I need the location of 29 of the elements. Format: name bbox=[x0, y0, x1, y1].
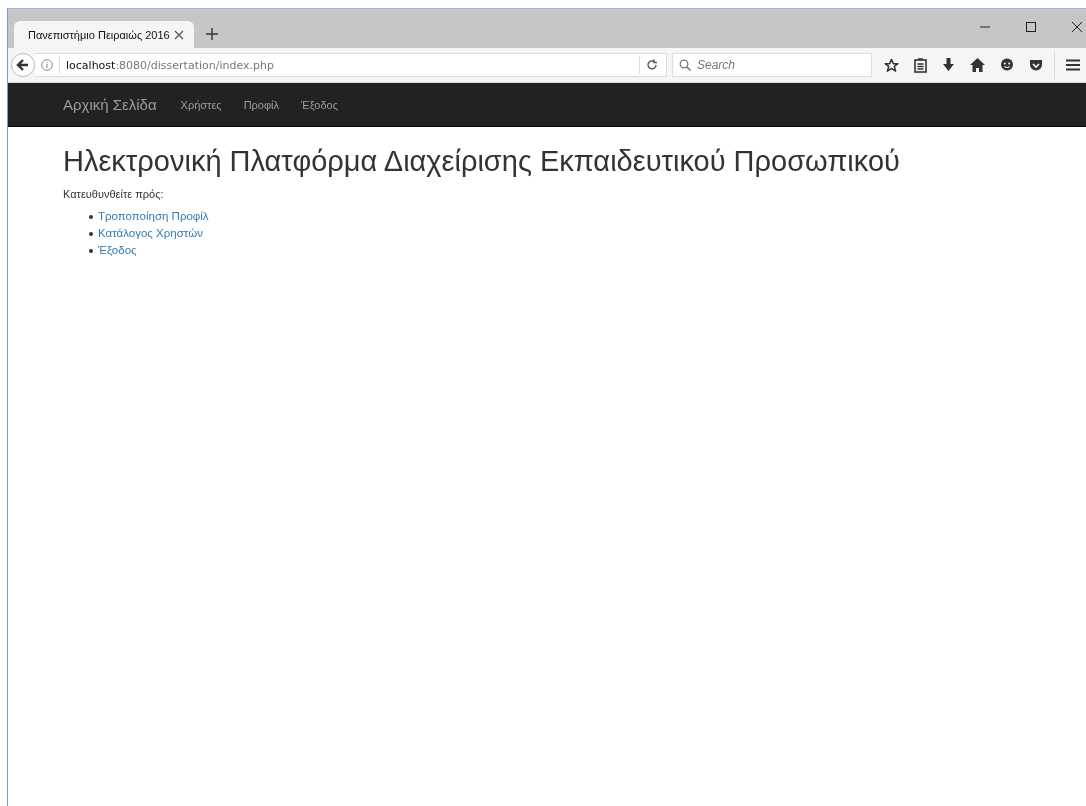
smiley-icon[interactable] bbox=[1000, 58, 1014, 72]
nav-link[interactable]: Προφίλ bbox=[243, 98, 280, 111]
page-heading: Ηλεκτρονική Πλατφόρμα Διαχείρισης Εκπαιδευτικού Προσωπικού bbox=[63, 145, 901, 178]
bullet-icon bbox=[89, 248, 93, 253]
page-link[interactable]: Τροποποίηση Προφίλ bbox=[98, 208, 209, 225]
maximize-icon[interactable] bbox=[1026, 22, 1036, 32]
page-link[interactable]: Έξοδος bbox=[98, 242, 137, 259]
search-field[interactable]: Search bbox=[672, 53, 872, 77]
nav-link[interactable]: Χρήστες bbox=[180, 98, 222, 111]
info-icon[interactable] bbox=[41, 59, 53, 71]
browser-tab[interactable]: Πανεπιστήμιο Πειραιώς 2016 bbox=[14, 21, 194, 48]
back-button[interactable] bbox=[11, 53, 35, 77]
home-icon[interactable] bbox=[970, 58, 985, 72]
star-icon[interactable] bbox=[884, 57, 899, 73]
page-link[interactable]: Κατάλογος Χρηστών bbox=[98, 225, 203, 242]
download-icon[interactable] bbox=[942, 58, 955, 72]
new-tab-icon[interactable] bbox=[206, 28, 218, 40]
menu-icon[interactable] bbox=[1066, 59, 1080, 71]
brand-link[interactable]: Αρχική Σελίδα bbox=[63, 96, 157, 113]
clipboard-icon[interactable] bbox=[914, 57, 927, 73]
bullet-icon bbox=[89, 231, 93, 236]
bullet-icon bbox=[89, 214, 93, 219]
reload-icon[interactable] bbox=[646, 59, 658, 71]
intro-text: Κατευθυνθείτε πρός: bbox=[63, 188, 165, 200]
close-icon[interactable] bbox=[1072, 22, 1082, 32]
close-icon[interactable] bbox=[174, 29, 184, 40]
shield-icon[interactable] bbox=[1029, 58, 1043, 72]
nav-link[interactable]: Έξοδος bbox=[301, 98, 338, 111]
back-arrow-icon bbox=[16, 58, 30, 72]
